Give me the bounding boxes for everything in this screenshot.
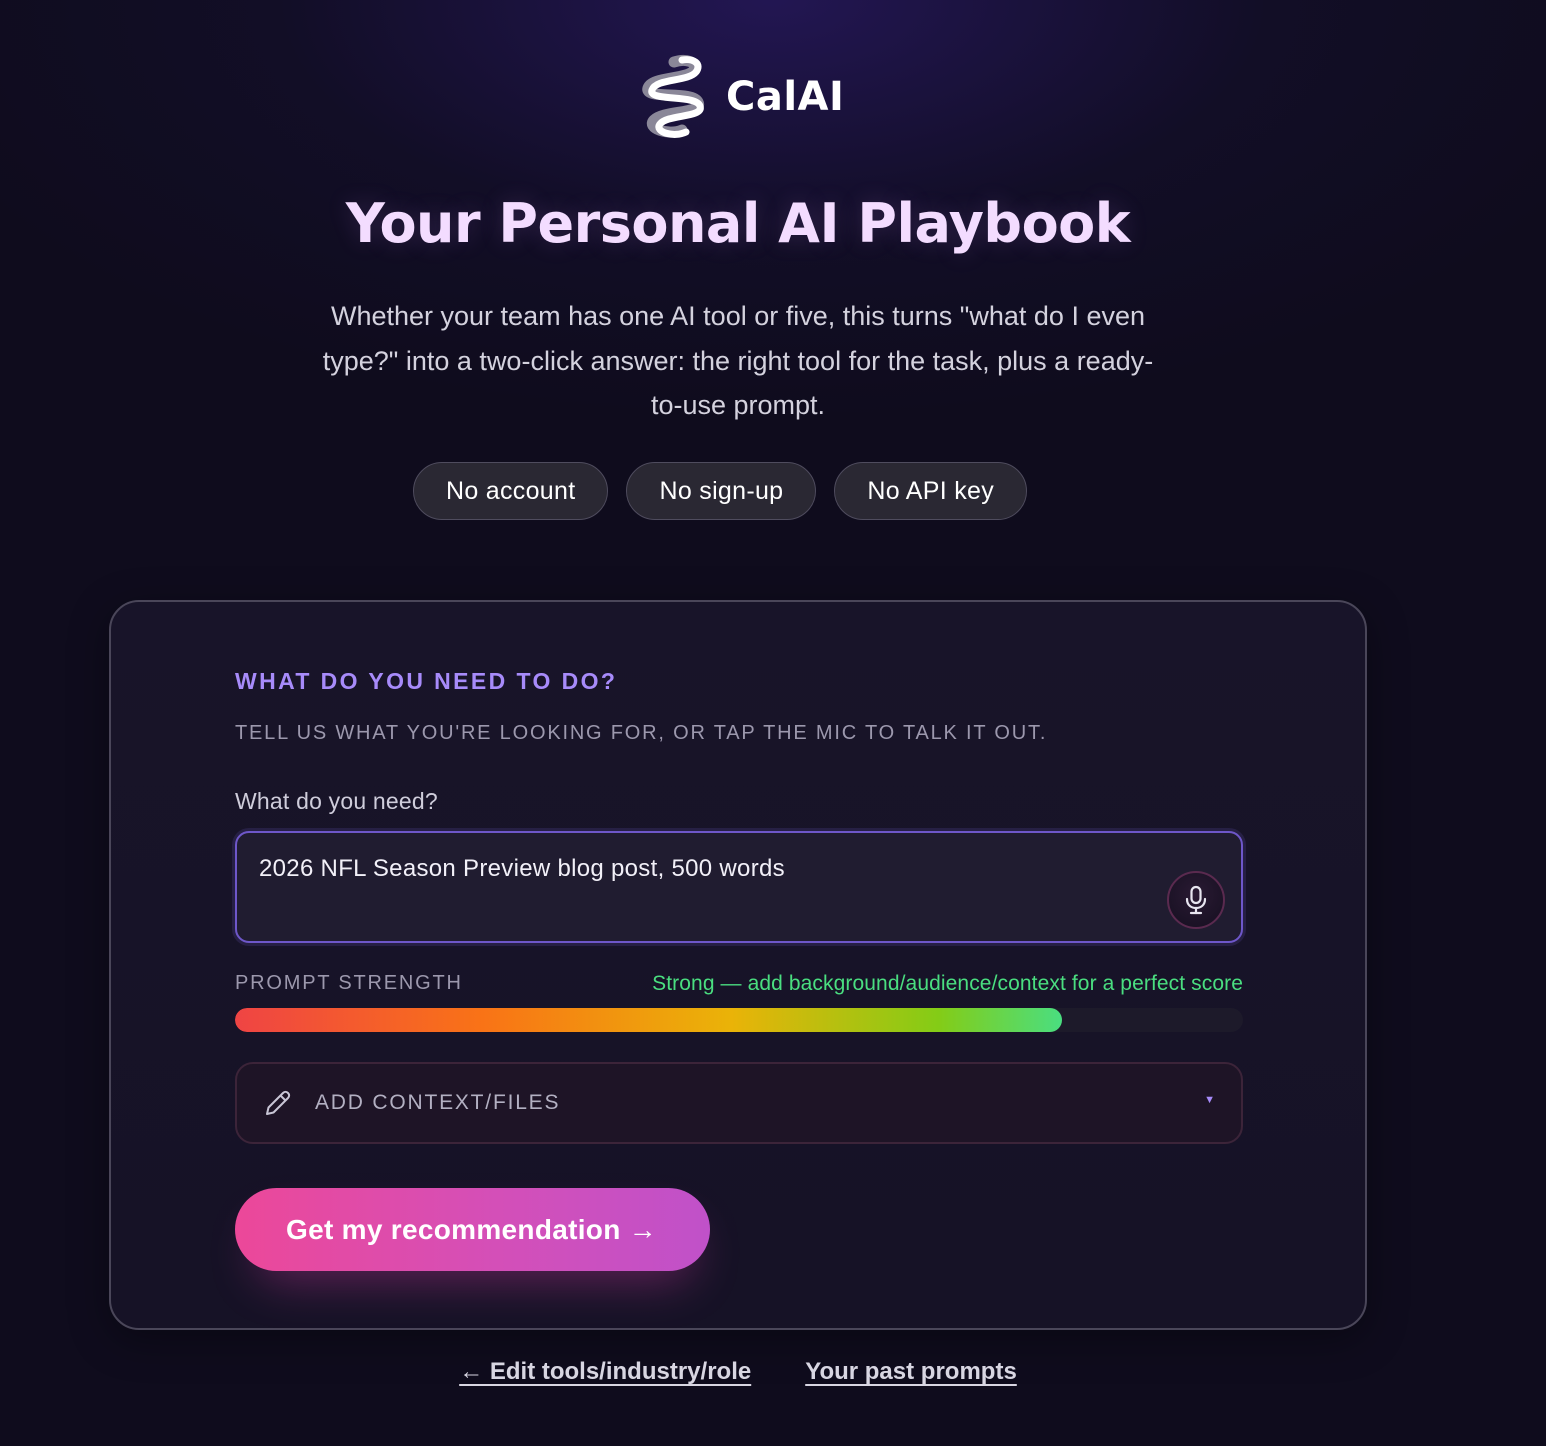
prompt-strength-fill bbox=[235, 1008, 1062, 1032]
prompt-strength-label: PROMPT STRENGTH bbox=[235, 972, 463, 994]
section-title: WHAT DO YOU NEED TO DO? bbox=[235, 668, 618, 694]
chevron-down-icon: ▼ bbox=[1204, 1094, 1215, 1106]
feature-badges: No account No sign-up No API key bbox=[413, 462, 1028, 520]
badge-no-sign-up: No sign-up bbox=[626, 462, 817, 520]
task-card-content: WHAT DO YOU NEED TO DO? TELL US WHAT YOU… bbox=[235, 602, 1243, 1328]
edit-tools-link[interactable]: ← Edit tools/industry/role bbox=[459, 1358, 751, 1386]
badge-no-api-key: No API key bbox=[834, 462, 1028, 520]
need-input-container: 2026 NFL Season Preview blog post, 500 w… bbox=[235, 831, 1243, 943]
brand-logo[interactable]: CalAI bbox=[638, 52, 844, 142]
page-subtitle: Whether your team has one AI tool or fiv… bbox=[322, 301, 1154, 420]
past-prompts-link[interactable]: Your past prompts bbox=[805, 1358, 1017, 1386]
need-field-label: What do you need? bbox=[235, 788, 438, 814]
add-context-label: ADD CONTEXT/FILES bbox=[315, 1091, 561, 1114]
mic-button[interactable] bbox=[1167, 871, 1225, 929]
get-recommendation-button[interactable]: Get my recommendation → bbox=[235, 1188, 710, 1271]
footer-links: ← Edit tools/industry/role Your past pro… bbox=[0, 1358, 1476, 1386]
prompt-strength-message: Strong — add background/audience/context… bbox=[652, 972, 1243, 995]
need-input[interactable]: 2026 NFL Season Preview blog post, 500 w… bbox=[237, 833, 1137, 941]
page-title: Your Personal AI Playbook bbox=[345, 192, 1131, 255]
prompt-strength-bar bbox=[235, 1008, 1243, 1032]
section-subtitle: TELL US WHAT YOU'RE LOOKING FOR, OR TAP … bbox=[235, 722, 1048, 744]
brand-name: CalAI bbox=[726, 74, 845, 120]
prompt-strength-row: PROMPT STRENGTH Strong — add background/… bbox=[235, 972, 1243, 1000]
snake-coil-logo-icon bbox=[642, 54, 704, 138]
microphone-icon bbox=[1185, 885, 1207, 915]
add-context-toggle[interactable]: ADD CONTEXT/FILES ▼ bbox=[235, 1062, 1243, 1144]
badge-no-account: No account bbox=[413, 462, 609, 520]
pencil-icon bbox=[266, 1090, 291, 1115]
task-card: WHAT DO YOU NEED TO DO? TELL US WHAT YOU… bbox=[109, 600, 1367, 1330]
